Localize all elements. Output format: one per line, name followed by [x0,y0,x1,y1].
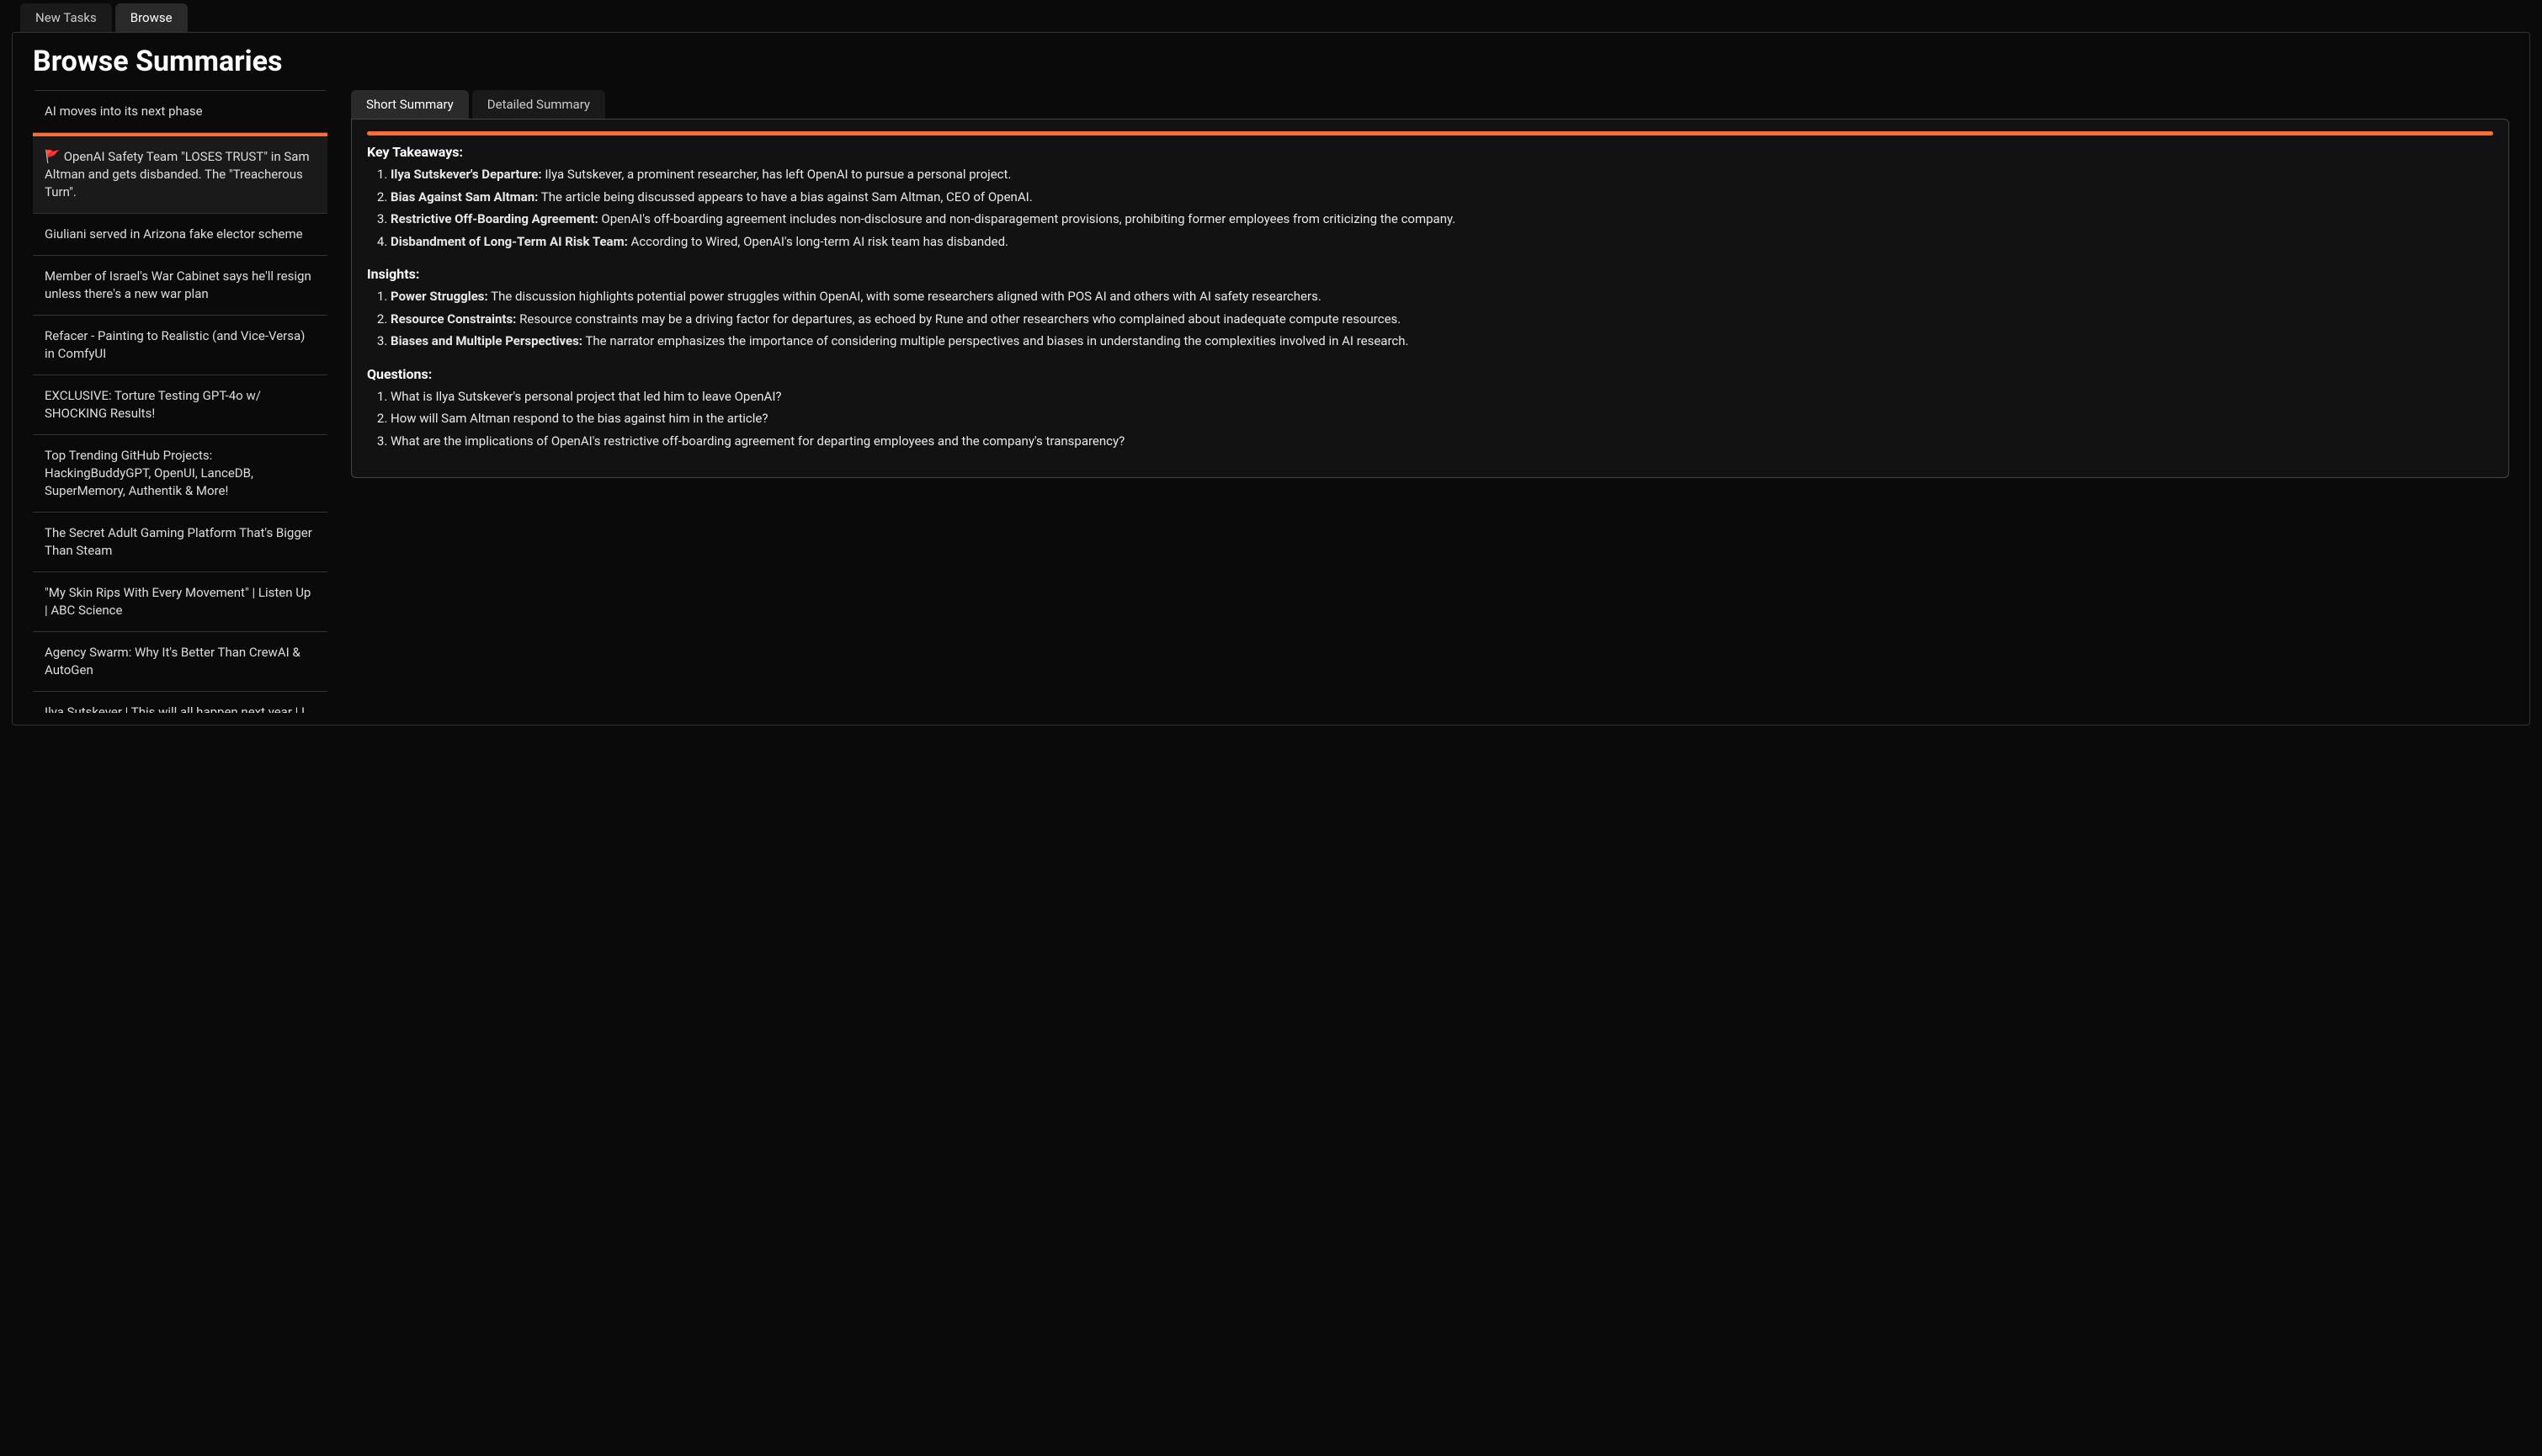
sidebar-item-title: EXCLUSIVE: Torture Testing GPT-4o w/ SHO… [45,388,261,421]
sidebar-item-title: Refacer - Painting to Realistic (and Vic… [45,328,305,361]
summary-list-item: Disbandment of Long-Term AI Risk Team: A… [391,232,2493,252]
item-text: According to Wired, OpenAI's long-term A… [628,234,1008,249]
content-area: AI moves into its next phase 🚩OpenAI Safe… [13,90,2529,713]
item-text: The narrator emphasizes the importance o… [582,333,1408,348]
summary-panel: Short Summary Detailed Summary Key Takea… [351,90,2509,713]
sidebar-list[interactable]: AI moves into its next phase 🚩OpenAI Safe… [33,90,327,713]
summary-list-item: Resource Constraints: Resource constrain… [391,310,2493,329]
top-tabs: New Tasks Browse [0,0,2542,32]
sidebar-item-title: "My Skin Rips With Every Movement" | Lis… [45,585,311,618]
sidebar-item[interactable]: 🚩OpenAI Safety Team "LOSES TRUST" in Sam… [33,133,327,214]
flag-icon: 🚩 [45,149,61,164]
sidebar-item[interactable]: AI moves into its next phase [33,90,327,133]
item-text: Resource constraints may be a driving fa… [516,311,1401,327]
item-label: Resource Constraints: [391,311,516,327]
sidebar-item[interactable]: EXCLUSIVE: Torture Testing GPT-4o w/ SHO… [33,375,327,435]
section-heading: Key Takeaways: [367,144,2493,160]
sidebar-item-title: Agency Swarm: Why It's Better Than CrewA… [45,645,300,678]
sidebar-item[interactable]: Ilya Sutskever | This will all happen ne… [33,692,327,713]
summary-list-item: How will Sam Altman respond to the bias … [391,409,2493,428]
sidebar-item-title: The Secret Adult Gaming Platform That's … [45,525,312,558]
section-heading: Insights: [367,266,2493,282]
item-text: What is Ilya Sutskever's personal projec… [391,389,782,404]
tab-new-tasks[interactable]: New Tasks [20,3,112,32]
sidebar-item-title: Member of Israel's War Cabinet says he'l… [45,268,311,301]
sidebar-item-title: Top Trending GitHub Projects: HackingBud… [45,448,253,498]
summary-list-item: Restrictive Off-Boarding Agreement: Open… [391,210,2493,229]
summary-list-item: Biases and Multiple Perspectives: The na… [391,332,2493,351]
summary-list-item: What are the implications of OpenAI's re… [391,432,2493,451]
sidebar-item[interactable]: Member of Israel's War Cabinet says he'l… [33,256,327,316]
sidebar-item[interactable]: Agency Swarm: Why It's Better Than CrewA… [33,632,327,692]
item-label: Power Struggles: [391,289,488,304]
summary-list: Power Struggles: The discussion highligh… [367,287,2493,351]
item-text: Ilya Sutskever, a prominent researcher, … [542,167,1012,182]
item-label: Biases and Multiple Perspectives: [391,333,582,348]
main-container: Browse Summaries AI moves into its next … [12,32,2530,725]
sidebar-item[interactable]: The Secret Adult Gaming Platform That's … [33,513,327,572]
summary-list: What is Ilya Sutskever's personal projec… [367,387,2493,451]
item-text: What are the implications of OpenAI's re… [391,433,1125,449]
sidebar-item-title: Ilya Sutskever | This will all happen ne… [45,704,305,713]
sidebar-item[interactable]: Giuliani served in Arizona fake elector … [33,214,327,256]
item-label: Restrictive Off-Boarding Agreement: [391,211,598,226]
summary-list: Ilya Sutskever's Departure: Ilya Sutskev… [367,165,2493,251]
sidebar-item-title: AI moves into its next phase [45,104,203,119]
sidebar-item[interactable]: Top Trending GitHub Projects: HackingBud… [33,435,327,513]
section-heading: Questions: [367,366,2493,382]
summary-list-item: Ilya Sutskever's Departure: Ilya Sutskev… [391,165,2493,184]
sidebar-item[interactable]: Refacer - Painting to Realistic (and Vic… [33,316,327,375]
sidebar-item-title: OpenAI Safety Team "LOSES TRUST" in Sam … [45,149,310,199]
tab-detailed-summary[interactable]: Detailed Summary [472,90,605,119]
summary-tabs: Short Summary Detailed Summary [351,90,2509,119]
accent-bar [367,131,2493,136]
item-label: Disbandment of Long-Term AI Risk Team: [391,234,628,249]
tab-short-summary[interactable]: Short Summary [351,90,469,119]
item-label: Bias Against Sam Altman: [391,189,538,205]
sidebar-item-title: Giuliani served in Arizona fake elector … [45,226,303,242]
sidebar-item[interactable]: "My Skin Rips With Every Movement" | Lis… [33,572,327,632]
item-text: OpenAI's off-boarding agreement includes… [598,211,1456,226]
item-text: How will Sam Altman respond to the bias … [391,411,768,426]
summary-list-item: What is Ilya Sutskever's personal projec… [391,387,2493,407]
summary-list-item: Power Struggles: The discussion highligh… [391,287,2493,306]
summary-list-item: Bias Against Sam Altman: The article bei… [391,188,2493,207]
item-label: Ilya Sutskever's Departure: [391,167,542,182]
summary-body: Key Takeaways: Ilya Sutskever's Departure… [351,119,2509,478]
item-text: The discussion highlights potential powe… [488,289,1322,304]
page-title: Browse Summaries [13,45,2529,90]
tab-browse[interactable]: Browse [115,3,188,32]
item-text: The article being discussed appears to h… [538,189,1032,205]
